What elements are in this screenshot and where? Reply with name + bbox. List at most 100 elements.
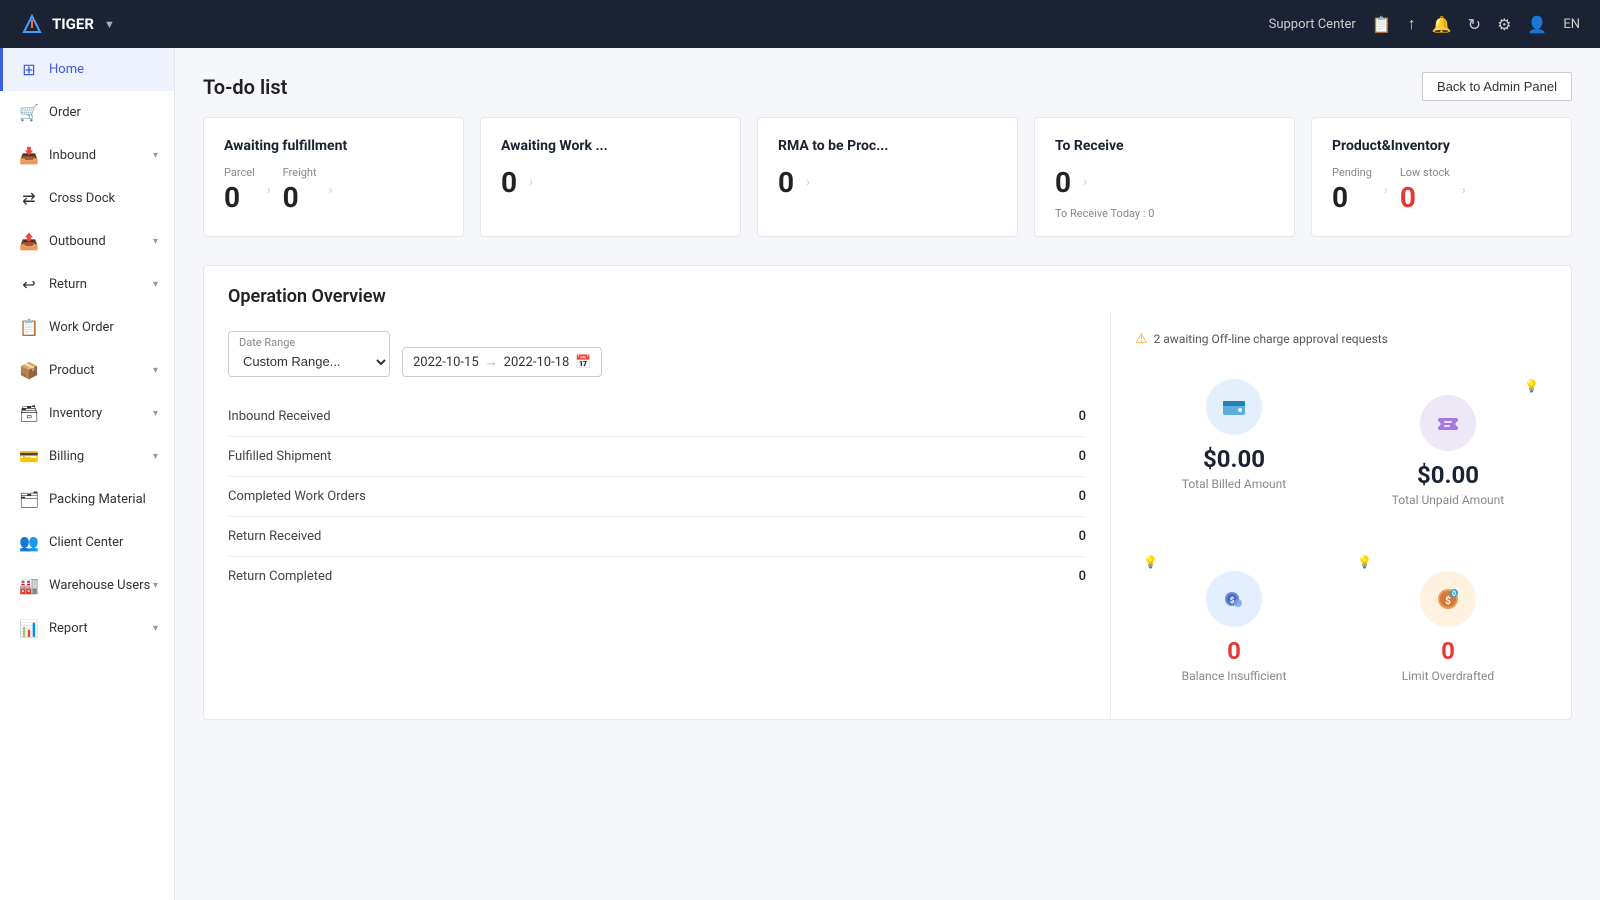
overview-title: Operation Overview xyxy=(228,286,1547,307)
date-range-arrow-icon: → xyxy=(485,354,498,370)
date-end: 2022-10-18 xyxy=(504,355,570,370)
user-icon[interactable]: 👤 xyxy=(1527,15,1547,34)
hint-icon: 💡 xyxy=(1524,379,1539,393)
return-icon: ↩ xyxy=(19,275,39,294)
sidebar-label-inbound: Inbound xyxy=(49,148,96,163)
dollar-circle-icon: $ 0 xyxy=(1434,585,1462,613)
chevron-right-icon[interactable]: › xyxy=(325,179,337,202)
sidebar-label-client: Client Center xyxy=(49,535,123,550)
report-icon: 📊 xyxy=(19,619,39,638)
card-title-work: Awaiting Work ... xyxy=(501,138,720,154)
stat-value: 0 xyxy=(1079,409,1086,424)
sidebar-item-billing[interactable]: 💳 Billing ▾ xyxy=(0,435,174,478)
card-title-product-inv: Product&Inventory xyxy=(1332,138,1551,154)
brand-name: TIGER xyxy=(52,15,94,33)
coins-icon: $ xyxy=(1220,585,1248,613)
calendar-icon[interactable]: 📅 xyxy=(575,355,591,370)
billed-amount: $0.00 xyxy=(1203,445,1265,473)
hint-icon: 💡 xyxy=(1143,555,1158,569)
back-to-admin-button[interactable]: Back to Admin Panel xyxy=(1422,72,1572,101)
stat-value: 0 xyxy=(1079,449,1086,464)
billed-icon-circle xyxy=(1206,379,1262,435)
overview-header: Operation Overview xyxy=(204,266,1571,307)
card-awaiting-work: Awaiting Work ... 0 › xyxy=(480,117,741,237)
date-range-selector[interactable]: Date Range Custom Range... xyxy=(228,331,390,377)
brand-area: TIGER ▼ xyxy=(20,12,115,36)
hint-icon: 💡 xyxy=(1357,555,1372,569)
support-center-link[interactable]: Support Center xyxy=(1269,17,1356,32)
chevron-down-icon: ▾ xyxy=(153,279,158,290)
home-icon: ⊞ xyxy=(19,60,39,79)
metrics-grid: $0.00 Total Billed Amount 💡 xyxy=(1135,363,1547,699)
chevron-down-icon: ▾ xyxy=(153,236,158,247)
card-title-fulfillment: Awaiting fulfillment xyxy=(224,138,443,154)
settings-icon[interactable]: ⚙ xyxy=(1497,15,1511,34)
sidebar-item-inventory[interactable]: 🗃 Inventory ▾ xyxy=(0,392,174,435)
top-navigation: TIGER ▼ Support Center 📋 ↑ 🔔 ↻ ⚙ 👤 EN xyxy=(0,0,1600,48)
chevron-right-icon[interactable]: › xyxy=(802,171,814,194)
todo-title: To-do list xyxy=(203,75,287,99)
sidebar-item-report[interactable]: 📊 Report ▾ xyxy=(0,607,174,650)
card-title-receive: To Receive xyxy=(1055,138,1274,154)
stat-value: 0 xyxy=(1079,529,1086,544)
chevron-right-icon[interactable]: › xyxy=(1079,171,1091,194)
ticket-icon xyxy=(1434,409,1462,437)
chevron-right-icon[interactable]: › xyxy=(1380,179,1392,202)
stat-label: Return Completed xyxy=(228,569,332,584)
sidebar-item-warehouse[interactable]: 🏭 Warehouse Users ▾ xyxy=(0,564,174,607)
chevron-down-icon: ▾ xyxy=(153,451,158,462)
chevron-down-icon: ▾ xyxy=(153,365,158,376)
pending-value: 0 xyxy=(1332,181,1372,214)
sidebar-item-order[interactable]: 🛒 Order xyxy=(0,91,174,134)
order-icon: 🛒 xyxy=(19,103,39,122)
language-selector[interactable]: EN xyxy=(1563,17,1580,32)
card-rma: RMA to be Proc... 0 › xyxy=(757,117,1018,237)
overview-body: Date Range Custom Range... 2022-10-15 → … xyxy=(204,311,1571,719)
date-range-group: Date Range Custom Range... 2022-10-15 → … xyxy=(228,331,1086,377)
product-icon: 📦 xyxy=(19,361,39,380)
sidebar-label-outbound: Outbound xyxy=(49,234,106,249)
stat-return-received: Return Received 0 xyxy=(228,517,1086,557)
unpaid-label: Total Unpaid Amount xyxy=(1392,493,1504,507)
chevron-right-icon[interactable]: › xyxy=(1458,179,1470,202)
sidebar-item-packing[interactable]: 🗂 Packing Material xyxy=(0,478,174,521)
inbound-icon: 📥 xyxy=(19,146,39,165)
limit-label: Limit Overdrafted xyxy=(1402,669,1494,683)
sidebar-item-client[interactable]: 👥 Client Center xyxy=(0,521,174,564)
chevron-right-icon[interactable]: › xyxy=(263,179,275,202)
inventory-icon: 🗃 xyxy=(19,404,39,423)
parcel-label: Parcel xyxy=(224,166,255,179)
clipboard-icon[interactable]: 📋 xyxy=(1372,15,1392,34)
topnav-actions: Support Center 📋 ↑ 🔔 ↻ ⚙ 👤 EN xyxy=(1269,14,1580,34)
refresh-icon[interactable]: ↻ xyxy=(1468,15,1481,34)
brand-dropdown-icon[interactable]: ▼ xyxy=(104,18,115,31)
date-input-range[interactable]: 2022-10-15 → 2022-10-18 📅 xyxy=(402,347,602,377)
bell-icon[interactable]: 🔔 xyxy=(1432,15,1452,34)
sidebar-item-return[interactable]: ↩ Return ▾ xyxy=(0,263,174,306)
alert-icon: ⚠ xyxy=(1135,331,1148,347)
sidebar-item-workorder[interactable]: 📋 Work Order xyxy=(0,306,174,349)
sidebar-item-product[interactable]: 📦 Product ▾ xyxy=(0,349,174,392)
sidebar-label-billing: Billing xyxy=(49,449,84,464)
chevron-down-icon: ▾ xyxy=(153,623,158,634)
export-icon[interactable]: ↑ xyxy=(1408,14,1416,34)
sidebar: ⊞ Home 🛒 Order 📥 Inbound ▾ ⇄ Cross Dock xyxy=(0,48,175,900)
tiger-logo-icon xyxy=(20,12,44,36)
freight-value: 0 xyxy=(283,181,317,214)
receive-sub: To Receive Today : 0 xyxy=(1055,207,1274,220)
alert-text: 2 awaiting Off-line charge approval requ… xyxy=(1154,332,1388,346)
sidebar-item-outbound[interactable]: 📤 Outbound ▾ xyxy=(0,220,174,263)
svg-text:$: $ xyxy=(1230,596,1235,605)
stat-return-completed: Return Completed 0 xyxy=(228,557,1086,596)
sidebar-label-report: Report xyxy=(49,621,88,636)
date-range-select[interactable]: Custom Range... xyxy=(229,349,389,376)
chevron-right-icon[interactable]: › xyxy=(525,171,537,194)
metric-total-billed: $0.00 Total Billed Amount xyxy=(1135,363,1333,523)
sidebar-item-home[interactable]: ⊞ Home xyxy=(0,48,174,91)
balance-amount: 0 xyxy=(1227,637,1241,665)
sidebar-item-crossdock[interactable]: ⇄ Cross Dock xyxy=(0,177,174,220)
todo-section-header: To-do list Back to Admin Panel xyxy=(203,72,1572,101)
limit-icon-circle: $ 0 xyxy=(1420,571,1476,627)
sidebar-item-inbound[interactable]: 📥 Inbound ▾ xyxy=(0,134,174,177)
packing-icon: 🗂 xyxy=(19,490,39,509)
